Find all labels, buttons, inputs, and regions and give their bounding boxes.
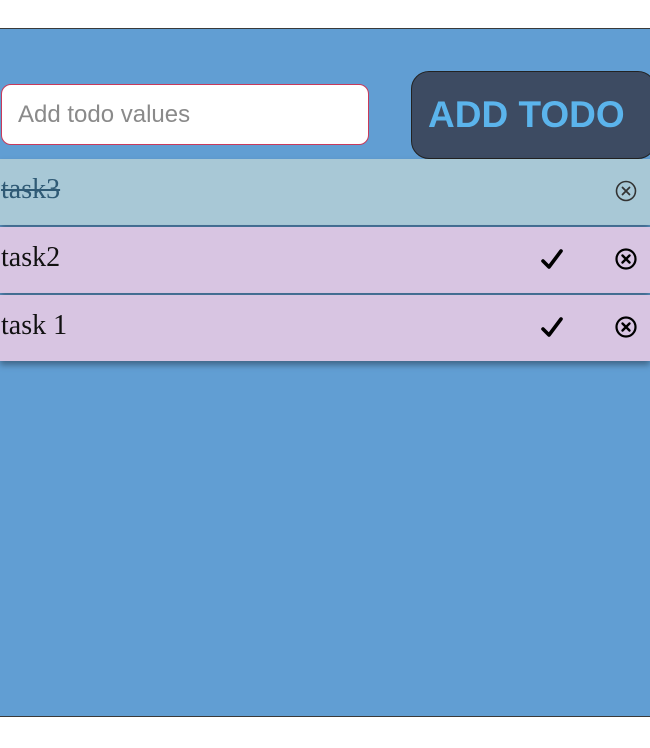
close-circle-icon[interactable]: [614, 179, 638, 203]
todo-item: task2: [0, 227, 650, 293]
close-circle-icon[interactable]: [614, 247, 638, 271]
todo-item: task3: [0, 159, 650, 225]
checkmark-icon[interactable]: [540, 313, 564, 341]
todo-app: ADD TODO task3 task2 task 1: [0, 28, 650, 717]
close-circle-icon[interactable]: [614, 315, 638, 339]
todo-text: task 1: [1, 310, 68, 341]
todo-input[interactable]: [1, 84, 369, 145]
todo-text: task3: [1, 174, 61, 205]
add-todo-button[interactable]: ADD TODO: [411, 71, 650, 159]
checkmark-icon[interactable]: [540, 245, 564, 273]
todo-item: task 1: [0, 295, 650, 361]
todo-text: task2: [1, 242, 61, 273]
